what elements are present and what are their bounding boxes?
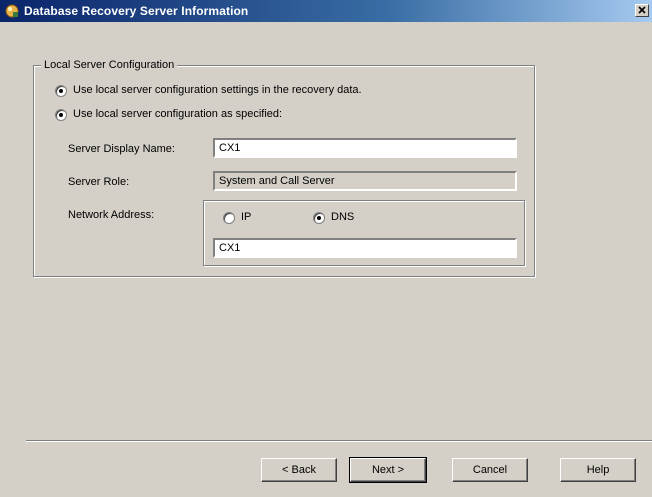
network-address-label: Network Address: (68, 209, 155, 221)
group-legend: Local Server Configuration (41, 59, 178, 72)
radio-dns[interactable] (313, 211, 325, 224)
cancel-button[interactable]: Cancel (452, 458, 528, 482)
option-label: Use local server configuration as specif… (73, 108, 283, 120)
option-label: Use local server configuration settings … (73, 84, 362, 96)
dns-label: DNS (331, 211, 355, 223)
option-ip[interactable]: IP (223, 211, 251, 224)
close-icon (638, 6, 646, 14)
server-display-name-input[interactable]: CX1 (213, 138, 517, 158)
database-app-icon (5, 4, 19, 18)
option-dns[interactable]: DNS (313, 211, 354, 224)
close-button[interactable] (635, 4, 649, 17)
ip-label: IP (241, 211, 252, 223)
title-bar[interactable]: Database Recovery Server Information (0, 0, 652, 22)
network-address-input[interactable]: CX1 (213, 238, 517, 258)
option-use-specified[interactable]: Use local server configuration as specif… (55, 108, 282, 121)
option-use-recovery-data[interactable]: Use local server configuration settings … (55, 84, 362, 97)
radio-use-recovery-data[interactable] (55, 84, 67, 97)
server-role-label: Server Role: (68, 176, 130, 188)
server-display-name-label: Server Display Name: (68, 143, 175, 155)
radio-ip[interactable] (223, 211, 235, 224)
footer-separator (26, 440, 652, 442)
dialog-window: Database Recovery Server Information Loc… (0, 0, 652, 497)
back-button[interactable]: < Back (261, 458, 337, 482)
server-role-field: System and Call Server (213, 171, 517, 191)
next-button[interactable]: Next > (349, 457, 427, 483)
radio-use-specified[interactable] (55, 108, 67, 121)
help-button[interactable]: Help (560, 458, 636, 482)
window-title: Database Recovery Server Information (24, 4, 249, 18)
